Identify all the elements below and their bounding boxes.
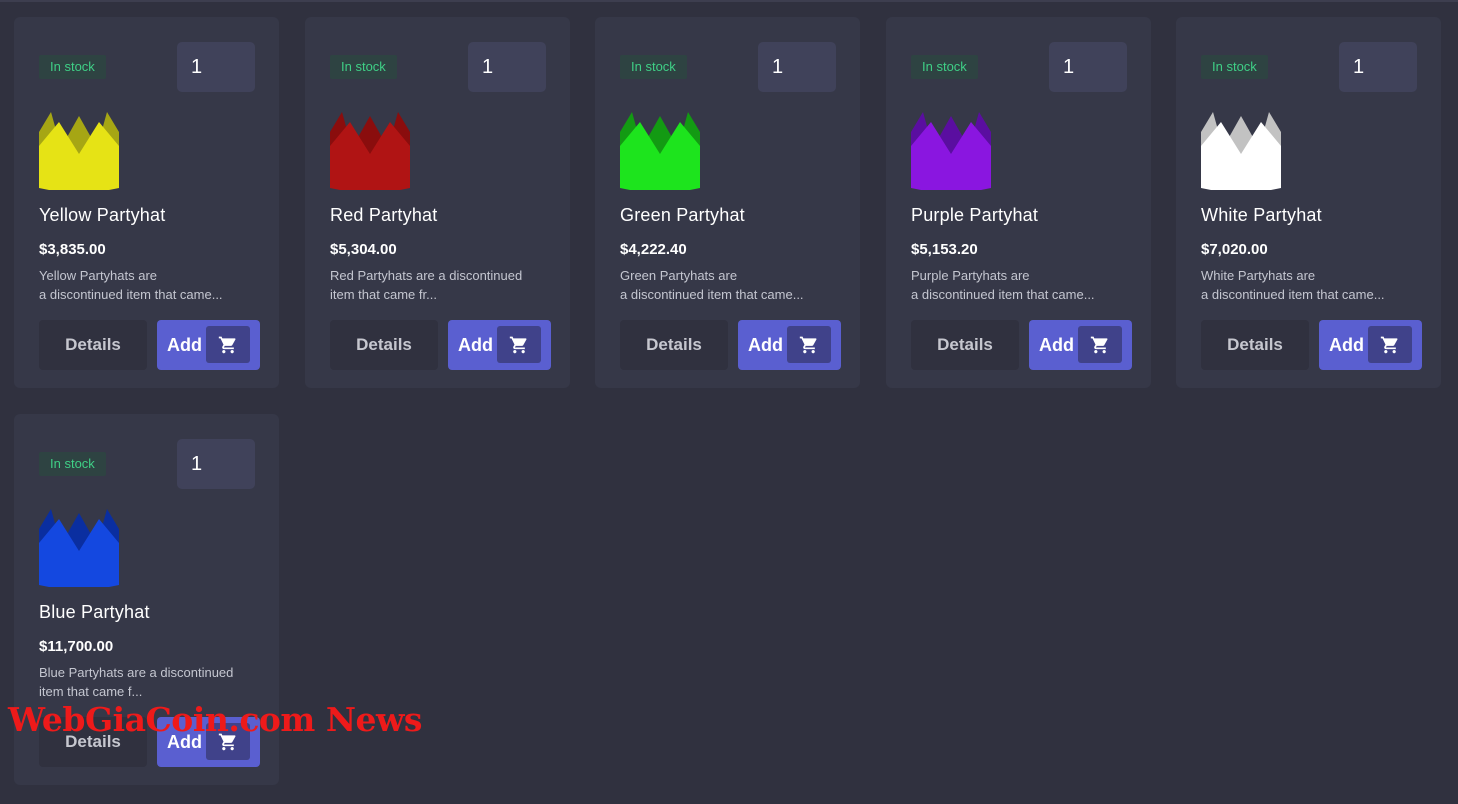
description-line: a discontinued item that came... [620,286,804,302]
quantity-input[interactable]: 1 [468,42,546,92]
product-description: White Partyhats are a discontinued item … [1201,267,1416,304]
details-button[interactable]: Details [620,320,728,370]
description-line: item that came fr... [330,286,437,302]
partyhat-icon [620,112,700,190]
stock-badge: In stock [1201,55,1268,79]
details-button[interactable]: Details [330,320,438,370]
description-line: a discontinued item that came... [911,286,1095,302]
description-line: a discontinued item that came... [39,286,223,302]
product-name[interactable]: Yellow Partyhat [39,205,165,226]
add-button-label: Add [167,334,202,355]
cart-icon [206,326,250,363]
product-name[interactable]: White Partyhat [1201,205,1322,226]
product-name[interactable]: Green Partyhat [620,205,745,226]
stock-badge: In stock [620,55,687,79]
description-line: White Partyhats are [1201,268,1316,283]
partyhat-icon [1201,112,1281,190]
add-button-label: Add [458,334,493,355]
partyhat-icon [39,509,119,587]
quantity-input[interactable]: 1 [1339,42,1417,92]
partyhat-icon [911,112,991,190]
product-description: Green Partyhats are a discontinued item … [620,267,835,304]
product-price: $5,153.20 [911,241,978,258]
top-border [0,0,1458,2]
product-card: In stock 1 Purple Partyhat $5,153.20 Pur… [886,17,1151,388]
details-button[interactable]: Details [39,320,147,370]
product-card: In stock 1 Green Partyhat $4,222.40 Gree… [595,17,860,388]
cart-icon [1368,326,1412,363]
details-button[interactable]: Details [1201,320,1309,370]
description-line: a discontinued item that came... [1201,286,1385,302]
description-line: Blue Partyhats are a discontinued [39,665,234,680]
stock-badge: In stock [330,55,397,79]
watermark-text: WebGiaCoin.com News [8,700,423,739]
product-name[interactable]: Red Partyhat [330,205,437,226]
description-line: Purple Partyhats are [911,268,1030,283]
add-button-label: Add [1329,334,1364,355]
product-price: $3,835.00 [39,241,106,258]
add-to-cart-button[interactable]: Add [1319,320,1422,370]
product-name[interactable]: Purple Partyhat [911,205,1038,226]
stock-badge: In stock [39,452,106,476]
add-to-cart-button[interactable]: Add [157,320,260,370]
partyhat-icon [330,112,410,190]
product-price: $11,700.00 [39,638,114,655]
product-card: In stock 1 Red Partyhat $5,304.00 Red Pa… [305,17,570,388]
product-card: In stock 1 White Partyhat $7,020.00 Whit… [1176,17,1441,388]
description-line: Yellow Partyhats are [39,268,158,283]
product-price: $5,304.00 [330,241,397,258]
product-card: In stock 1 Yellow Partyhat $3,835.00 Yel… [14,17,279,388]
stock-badge: In stock [911,55,978,79]
stock-badge: In stock [39,55,106,79]
product-price: $4,222.40 [620,241,687,258]
add-button-label: Add [1039,334,1074,355]
product-description: Purple Partyhats are a discontinued item… [911,267,1126,304]
product-name[interactable]: Blue Partyhat [39,602,150,623]
cart-icon [1078,326,1122,363]
description-line: item that came f... [39,683,143,699]
product-price: $7,020.00 [1201,241,1268,258]
add-to-cart-button[interactable]: Add [448,320,551,370]
quantity-input[interactable]: 1 [177,439,255,489]
description-line: Green Partyhats are [620,268,738,283]
product-description: Yellow Partyhats are a discontinued item… [39,267,254,304]
add-to-cart-button[interactable]: Add [738,320,841,370]
description-line: Red Partyhats are a discontinued [330,268,523,283]
add-to-cart-button[interactable]: Add [1029,320,1132,370]
quantity-input[interactable]: 1 [758,42,836,92]
quantity-input[interactable]: 1 [1049,42,1127,92]
details-button[interactable]: Details [911,320,1019,370]
product-description: Blue Partyhats are a discontinued item t… [39,664,254,701]
quantity-input[interactable]: 1 [177,42,255,92]
add-button-label: Add [748,334,783,355]
product-description: Red Partyhats are a discontinued item th… [330,267,545,304]
cart-icon [497,326,541,363]
partyhat-icon [39,112,119,190]
cart-icon [787,326,831,363]
